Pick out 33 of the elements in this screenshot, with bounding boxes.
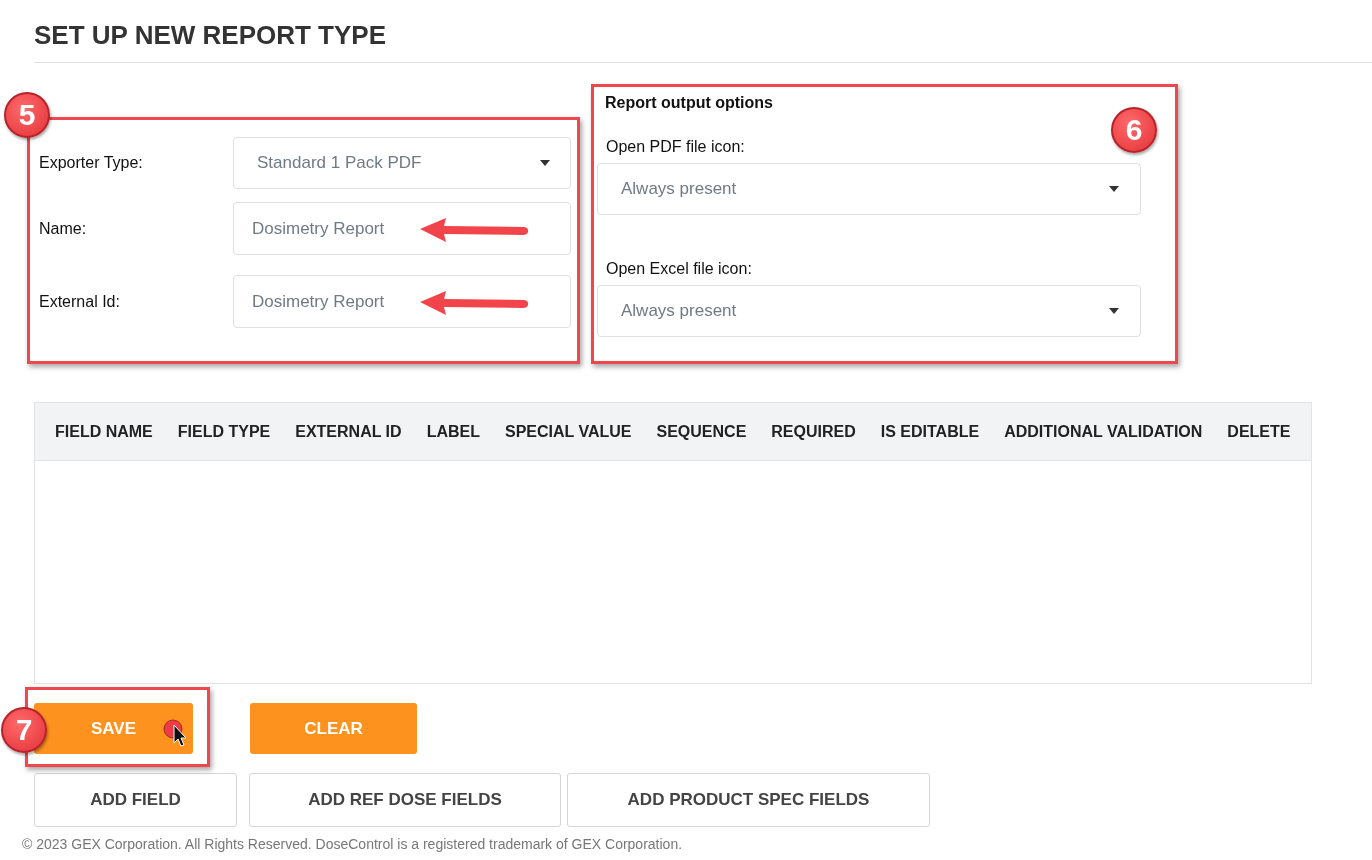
dropdown[interactable]: Always present [597, 163, 1141, 215]
caret-icon [1109, 308, 1119, 314]
add-fields-button[interactable]: ADD PRODUCT SPEC FIELDS [567, 773, 930, 827]
add-fields-button[interactable]: ADD REF DOSE FIELDS [249, 773, 561, 827]
column-header: FIELD TYPE [177, 422, 271, 441]
callout-badge: 7 [1, 707, 47, 753]
column-header: FIELD NAME [55, 422, 153, 441]
field-label: Open PDF file icon: [606, 138, 746, 156]
field-label: Open Excel file icon: [606, 260, 753, 278]
caret-icon [1109, 186, 1119, 192]
column-header: SPECIAL VALUE [504, 422, 632, 441]
callout-badge: 5 [4, 92, 50, 138]
text-field[interactable]: Dosimetry Report [233, 202, 571, 255]
dropdown[interactable]: Always present [597, 285, 1141, 337]
column-header: SEQUENCE [656, 422, 747, 441]
column-header: LABEL [426, 422, 480, 441]
caret-icon [540, 160, 550, 166]
field-label: External Id: [39, 292, 121, 311]
text-field[interactable]: Dosimetry Report [233, 275, 571, 328]
column-header: EXTERNAL ID [295, 422, 402, 441]
section-heading: Report output options [605, 94, 774, 112]
field-label: Exporter Type: [39, 154, 144, 172]
field-label: Name: [39, 219, 88, 238]
column-header: IS EDITABLE [880, 422, 980, 441]
callout-badge: 6 [1111, 107, 1157, 153]
add-fields-button[interactable]: ADD FIELD [34, 773, 237, 827]
exporter-type-dropdown[interactable]: Standard 1 Pack PDF [233, 137, 571, 189]
click-cursor-icon [163, 719, 187, 747]
column-header: ADDITIONAL VALIDATION [1004, 422, 1203, 441]
column-header: DELETE [1227, 422, 1291, 441]
copyright-text: © 2023 GEX Corporation. All Rights Reserved. DoseControl is a registered trademark of GEX Corporation. [22, 836, 684, 852]
column-header: REQUIRED [771, 422, 856, 441]
page-title: SET UP NEW REPORT TYPE [34, 19, 387, 51]
